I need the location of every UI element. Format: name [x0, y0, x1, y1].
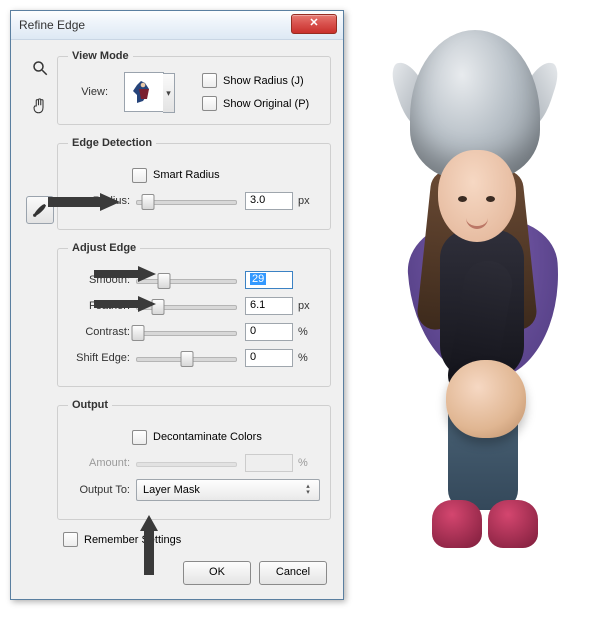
- view-label: View:: [68, 86, 114, 98]
- window-title: Refine Edge: [11, 18, 85, 32]
- view-mode-group: View Mode View: ▾: [57, 50, 331, 125]
- view-thumbnail-icon: [129, 77, 159, 107]
- shift-edge-slider[interactable]: [136, 350, 237, 366]
- output-to-value: Layer Mask: [143, 484, 200, 496]
- contrast-unit: %: [293, 326, 320, 338]
- smooth-slider[interactable]: [136, 272, 237, 288]
- hand-icon: [31, 97, 49, 115]
- show-radius-checkbox[interactable]: [202, 73, 217, 88]
- hand-tool[interactable]: [26, 92, 54, 120]
- amount-input: [245, 454, 293, 472]
- smooth-input[interactable]: 29: [245, 271, 293, 289]
- brush-icon: [31, 201, 49, 219]
- contrast-input[interactable]: 0: [245, 323, 293, 341]
- shift-edge-input[interactable]: 0: [245, 349, 293, 367]
- magnifier-icon: [31, 59, 49, 77]
- amount-label: Amount:: [68, 457, 136, 469]
- chevron-down-icon: ▾: [163, 73, 175, 113]
- contrast-slider[interactable]: [136, 324, 237, 340]
- remember-settings-checkbox[interactable]: [63, 532, 78, 547]
- canvas-preview: [360, 30, 590, 590]
- select-arrows-icon: ▴▾: [303, 484, 313, 496]
- smart-radius-label: Smart Radius: [153, 169, 220, 181]
- decontaminate-label: Decontaminate Colors: [153, 431, 262, 443]
- subject-figure: [360, 30, 590, 590]
- amount-slider: [136, 455, 237, 471]
- view-thumbnail-dropdown[interactable]: ▾: [124, 72, 164, 112]
- remember-settings-label: Remember Settings: [84, 534, 181, 546]
- close-button[interactable]: ✕: [291, 14, 337, 34]
- output-legend: Output: [68, 399, 112, 411]
- view-mode-legend: View Mode: [68, 50, 133, 62]
- ok-button[interactable]: OK: [183, 561, 251, 585]
- shift-edge-unit: %: [293, 352, 320, 364]
- contrast-label: Contrast:: [68, 326, 136, 338]
- feather-label: Feather:: [68, 300, 136, 312]
- smooth-label: Smooth:: [68, 274, 136, 286]
- shift-edge-label: Shift Edge:: [68, 352, 136, 364]
- output-to-select[interactable]: Layer Mask ▴▾: [136, 479, 320, 501]
- output-group: Output Decontaminate Colors Amount: % Ou…: [57, 399, 331, 520]
- radius-slider[interactable]: [136, 193, 237, 209]
- zoom-tool[interactable]: [26, 54, 54, 82]
- adjust-edge-legend: Adjust Edge: [68, 242, 140, 254]
- refine-brush-tool[interactable]: [26, 196, 54, 224]
- refine-edge-dialog: Refine Edge ✕ View Mode View:: [10, 10, 344, 600]
- feather-input[interactable]: 6.1: [245, 297, 293, 315]
- titlebar[interactable]: Refine Edge ✕: [11, 11, 343, 40]
- tool-column: [23, 50, 57, 585]
- radius-label: Radius:: [68, 195, 136, 207]
- show-radius-label: Show Radius (J): [223, 75, 304, 87]
- edge-detection-group: Edge Detection Smart Radius Radius: 3.0 …: [57, 137, 331, 230]
- amount-unit: %: [293, 457, 320, 469]
- cancel-button[interactable]: Cancel: [259, 561, 327, 585]
- decontaminate-checkbox[interactable]: [132, 430, 147, 445]
- radius-input[interactable]: 3.0: [245, 192, 293, 210]
- show-original-label: Show Original (P): [223, 98, 309, 110]
- edge-detection-legend: Edge Detection: [68, 137, 156, 149]
- smart-radius-checkbox[interactable]: [132, 168, 147, 183]
- output-to-label: Output To:: [68, 484, 136, 496]
- adjust-edge-group: Adjust Edge Smooth: 29 Feather:: [57, 242, 331, 387]
- show-original-checkbox[interactable]: [202, 96, 217, 111]
- feather-slider[interactable]: [136, 298, 237, 314]
- radius-unit: px: [293, 195, 320, 207]
- close-icon: ✕: [309, 17, 318, 29]
- feather-unit: px: [293, 300, 320, 312]
